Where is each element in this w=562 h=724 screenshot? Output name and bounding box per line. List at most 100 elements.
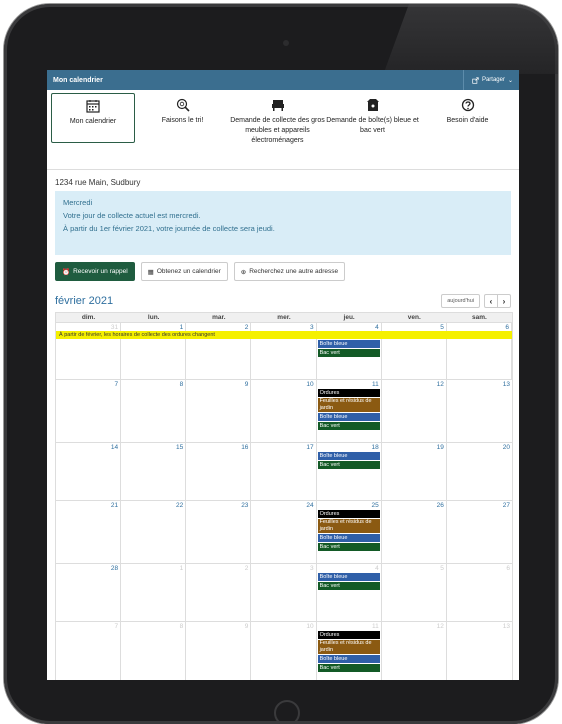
weekday: mar. bbox=[212, 314, 226, 321]
calendar-day[interactable]: 11 Ordures Feuilles et résidus de jardin Bo… bbox=[317, 380, 382, 442]
nav-label: Demande de collecte des gros meubles et … bbox=[230, 117, 325, 144]
event-ordures[interactable]: Ordures bbox=[317, 510, 380, 518]
armchair-icon bbox=[271, 100, 284, 111]
calendar-day[interactable]: 12 bbox=[382, 622, 447, 680]
calendar-day[interactable]: 16 bbox=[186, 443, 252, 500]
event-feuilles[interactable]: Feuilles et résidus de jardin bbox=[317, 398, 380, 412]
calendar-day[interactable]: 1 bbox=[121, 564, 187, 621]
nav-bulky-pickup[interactable]: Demande de collecte des gros meubles et … bbox=[230, 93, 325, 169]
reminder-button-label: Recevoir un rappel bbox=[73, 268, 128, 275]
day-number: 15 bbox=[176, 444, 184, 451]
calendar-day[interactable]: 3 bbox=[251, 564, 317, 621]
app-title: Mon calendrier bbox=[53, 76, 103, 84]
calendar-day[interactable]: 25 Ordures Feuilles et résidus de jardin Bo… bbox=[317, 501, 382, 563]
calendar-day[interactable]: 7 bbox=[56, 380, 122, 442]
app-header: Mon calendrier Partager ⌄ bbox=[47, 70, 519, 90]
calendar-day[interactable]: 28 bbox=[56, 564, 122, 621]
day-number: 16 bbox=[241, 444, 249, 451]
nav-help[interactable]: Besoin d'aide bbox=[420, 93, 515, 169]
calendar-week: 7 8 9 10 11 Ordures Feuilles et résidus de jar… bbox=[56, 379, 512, 442]
calendar-day[interactable]: 18 Boîte bleue Bac vert bbox=[317, 443, 382, 500]
event-bleue[interactable]: Boîte bleue bbox=[317, 340, 380, 348]
day-number: 28 bbox=[110, 565, 119, 572]
prev-month-icon[interactable]: ‹ bbox=[485, 295, 498, 307]
calendar-day[interactable]: 22 bbox=[121, 501, 187, 563]
weekday: lun. bbox=[147, 314, 160, 321]
calendar-day[interactable]: 27 bbox=[447, 501, 512, 563]
event-bleue[interactable]: Boîte bleue bbox=[317, 534, 380, 542]
calendar-day[interactable]: 9 bbox=[186, 380, 252, 442]
day-number: 27 bbox=[502, 502, 510, 509]
calendar-day[interactable]: 2 bbox=[186, 564, 252, 621]
calendar-day[interactable]: 26 bbox=[382, 501, 447, 563]
calendar-day[interactable]: 4 Boîte bleue Bac vert bbox=[317, 564, 382, 621]
calendar-day[interactable]: 13 bbox=[447, 380, 512, 442]
day-number: 2 bbox=[244, 324, 249, 331]
nav-bin-request[interactable]: Demande de boîte(s) bleue et bac vert bbox=[325, 93, 420, 169]
app-screen: Mon calendrier Partager ⌄ Mon calendrier… bbox=[47, 70, 519, 680]
calendar-day[interactable]: 21 bbox=[56, 501, 122, 563]
event-ordures[interactable]: Ordures bbox=[317, 631, 380, 639]
day-number: 5 bbox=[440, 324, 444, 331]
bin-icon bbox=[366, 99, 379, 111]
calendar-day[interactable]: 8 bbox=[121, 622, 187, 680]
calendar-day[interactable]: 13 bbox=[447, 622, 512, 680]
get-calendar-button[interactable]: ▦ Obtenez un calendrier bbox=[140, 262, 228, 281]
day-number: 21 bbox=[110, 502, 119, 509]
next-month-icon[interactable]: › bbox=[498, 295, 510, 307]
calendar-week: 21 22 23 24 25 Ordures Feuilles et résidus de … bbox=[56, 500, 512, 563]
calendar-day[interactable]: 6 bbox=[447, 564, 512, 621]
calendar-day[interactable]: 24 bbox=[251, 501, 317, 563]
help-icon bbox=[461, 98, 474, 112]
weekday: sam. bbox=[472, 314, 487, 321]
event-vert[interactable]: Bac vert bbox=[317, 422, 380, 430]
search-address-button[interactable]: ⊕ Recherchez une autre adresse bbox=[233, 262, 346, 281]
calendar-header: février 2021 aujourd'hui ‹ › bbox=[47, 288, 519, 312]
calendar-day[interactable]: 19 bbox=[382, 443, 447, 500]
nav-label: Faisons le tri! bbox=[161, 117, 204, 124]
event-bleue[interactable]: Boîte bleue bbox=[317, 452, 380, 460]
calendar-day[interactable]: 23 bbox=[186, 501, 252, 563]
event-vert[interactable]: Bac vert bbox=[317, 664, 380, 672]
calendar-day[interactable]: 15 bbox=[121, 443, 187, 500]
day-number: 12 bbox=[436, 623, 444, 630]
day-number: 6 bbox=[505, 324, 509, 331]
info-line-1: Votre jour de collecte actuel est mercre… bbox=[63, 211, 201, 220]
day-number: 1 bbox=[179, 324, 184, 331]
calendar-day[interactable]: 5 bbox=[382, 564, 447, 621]
event-ordures[interactable]: Ordures bbox=[317, 389, 380, 397]
event-feuilles[interactable]: Feuilles et résidus de jardin bbox=[317, 640, 380, 654]
event-bleue[interactable]: Boîte bleue bbox=[317, 573, 380, 581]
event-vert[interactable]: Bac vert bbox=[317, 582, 380, 590]
reminder-button[interactable]: ⏰ Recevoir un rappel bbox=[55, 262, 135, 281]
calendar-day[interactable]: 12 bbox=[382, 380, 447, 442]
calendar-day[interactable]: 10 bbox=[251, 380, 317, 442]
calendar-day[interactable]: 11 Ordures Feuilles et résidus de jardin Bo… bbox=[317, 622, 382, 680]
share-label: Partager bbox=[481, 77, 505, 83]
home-button[interactable] bbox=[274, 700, 300, 724]
calendar-day[interactable]: 14 bbox=[56, 443, 122, 500]
day-events: Boîte bleue Bac vert bbox=[317, 452, 380, 470]
day-number: 7 bbox=[114, 381, 119, 388]
share-button[interactable]: Partager ⌄ bbox=[462, 70, 513, 90]
day-number: 17 bbox=[306, 444, 314, 451]
calendar-day[interactable]: 10 bbox=[251, 622, 317, 680]
event-vert[interactable]: Bac vert bbox=[317, 543, 380, 551]
nav-sort[interactable]: Faisons le tri! bbox=[135, 93, 230, 169]
calendar-day[interactable]: 20 bbox=[447, 443, 512, 500]
event-bleue[interactable]: Boîte bleue bbox=[317, 413, 380, 421]
today-button[interactable]: aujourd'hui bbox=[441, 294, 480, 308]
nav-my-calendar[interactable]: Mon calendrier bbox=[51, 93, 135, 143]
calendar-day[interactable]: 8 bbox=[121, 380, 187, 442]
day-number: 8 bbox=[179, 623, 184, 630]
calendar-day[interactable]: 9 bbox=[186, 622, 252, 680]
event-bleue[interactable]: Boîte bleue bbox=[317, 655, 380, 663]
event-feuilles[interactable]: Feuilles et résidus de jardin bbox=[317, 519, 380, 533]
schedule-change-banner[interactable]: À partir de février, les horaires de col… bbox=[56, 331, 512, 339]
day-number: 11 bbox=[371, 623, 379, 630]
calendar-day[interactable]: 7 bbox=[56, 622, 122, 680]
event-vert[interactable]: Bac vert bbox=[317, 349, 380, 357]
event-vert[interactable]: Bac vert bbox=[317, 461, 380, 469]
calendar-nav: aujourd'hui ‹ › bbox=[441, 294, 511, 308]
calendar-day[interactable]: 17 bbox=[251, 443, 317, 500]
